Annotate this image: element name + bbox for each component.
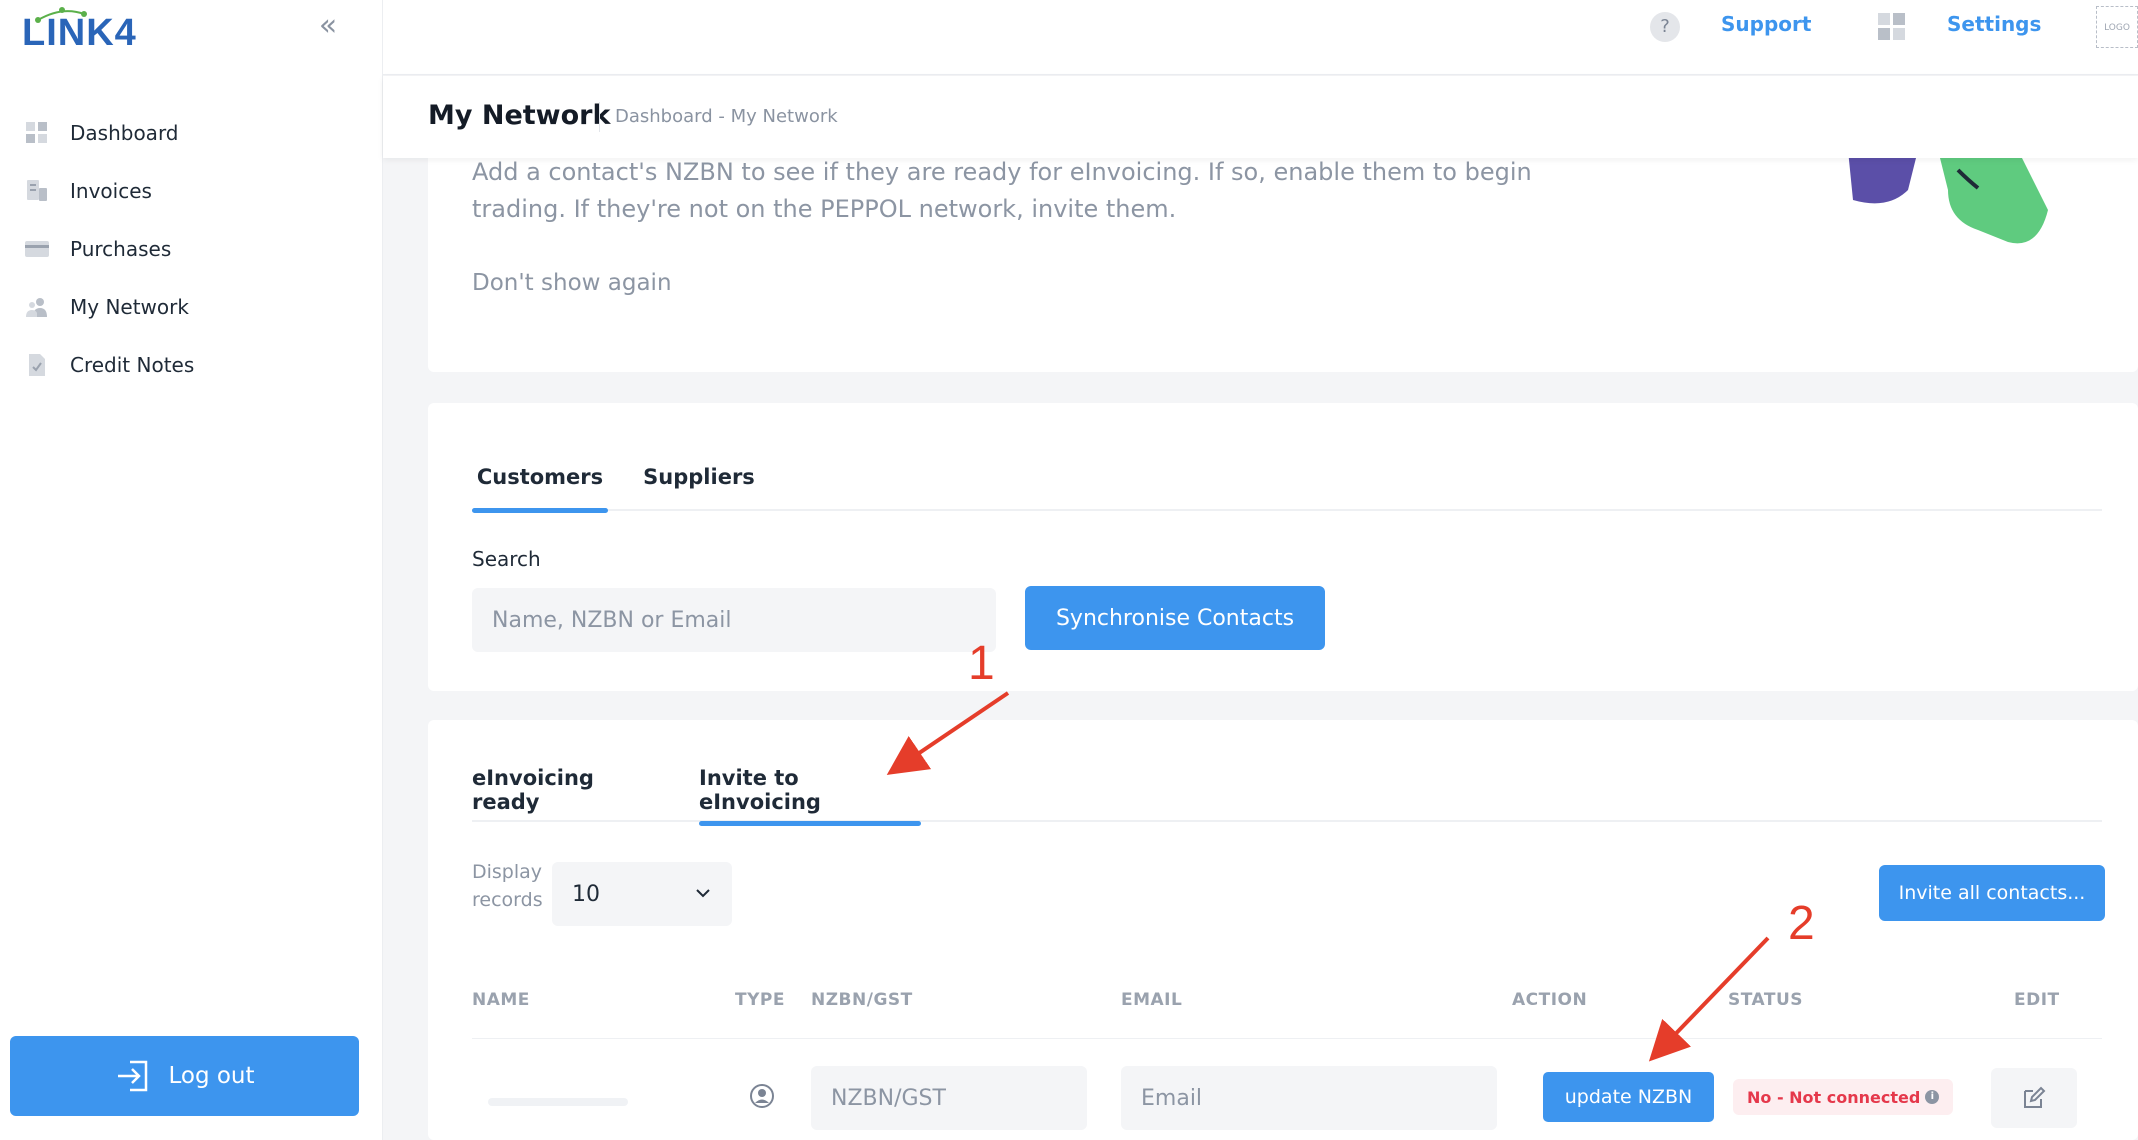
sidebar-item-invoices[interactable]: Invoices <box>0 162 383 220</box>
people-icon <box>24 294 50 320</box>
invite-status-tabs: eInvoicing ready Invite to eInvoicing <box>472 756 2102 826</box>
page-header: My Network Dashboard - My Network <box>383 76 2138 158</box>
synchronise-contacts-button[interactable]: Synchronise Contacts <box>1025 586 1325 650</box>
invoices-icon <box>24 178 50 204</box>
sidebar-item-dashboard[interactable]: Dashboard <box>0 104 383 162</box>
brand-name: LINK4 <box>22 12 137 54</box>
sidebar: LINK4 « Dashboard Invoices Purchases My … <box>0 0 383 1140</box>
column-header-nzbn: NZBN/GST <box>811 990 913 1010</box>
info-text: Add a contact's NZBN to see if they are … <box>472 158 1532 223</box>
search-label: Search <box>472 547 541 571</box>
invite-all-contacts-button[interactable]: Invite all contacts... <box>1879 865 2105 921</box>
document-check-icon <box>24 352 50 378</box>
dont-show-again-link[interactable]: Don't show again <box>472 270 672 296</box>
status-text: No - Not connected <box>1747 1087 1921 1107</box>
info-card: Add a contact's NZBN to see if they are … <box>428 150 2138 372</box>
logout-label: Log out <box>168 1063 255 1089</box>
top-bar: ? Support Settings LOGO <box>383 0 2138 75</box>
double-chevron-left-icon: « <box>318 8 338 43</box>
records-label-line: records <box>472 889 543 911</box>
tab-einvoicing-ready[interactable]: eInvoicing ready <box>472 756 668 824</box>
breadcrumb: Dashboard - My Network <box>615 106 838 127</box>
search-input[interactable] <box>472 588 996 652</box>
help-icon[interactable]: ? <box>1650 12 1680 42</box>
info-icon[interactable]: i <box>1925 1090 1940 1104</box>
hands-illustration <box>1848 150 2048 244</box>
column-header-action: ACTION <box>1512 990 1588 1010</box>
display-label-line: Display <box>472 861 543 883</box>
tab-invite-to-einvoicing[interactable]: Invite to eInvoicing <box>699 756 921 826</box>
settings-link[interactable]: Settings <box>1947 12 2041 36</box>
annotation-number-1: 1 <box>968 637 995 690</box>
edit-contact-button[interactable] <box>1991 1068 2077 1128</box>
records-per-page-select[interactable]: 10 <box>552 862 732 926</box>
contacts-search-card: Customers Suppliers Search Synchronise C… <box>428 403 2138 691</box>
company-logo-placeholder: LOGO <box>2096 6 2138 48</box>
logout-icon <box>118 1060 148 1092</box>
card-icon <box>24 236 50 262</box>
column-header-type: TYPE <box>735 990 785 1010</box>
sidebar-item-my-network[interactable]: My Network <box>0 278 383 336</box>
person-icon <box>750 1084 774 1108</box>
update-nzbn-button[interactable]: update NZBN <box>1543 1072 1714 1122</box>
sidebar-item-label: Invoices <box>70 179 152 203</box>
edit-icon <box>2024 1086 2046 1108</box>
brand-logo[interactable]: LINK4 <box>22 4 142 54</box>
sidebar-item-label: My Network <box>70 295 189 319</box>
sidebar-item-purchases[interactable]: Purchases <box>0 220 383 278</box>
column-header-edit: EDIT <box>2014 990 2060 1010</box>
contact-type-tabs: Customers Suppliers <box>472 443 2102 513</box>
contacts-table-card: eInvoicing ready Invite to eInvoicing Di… <box>428 720 2138 1140</box>
annotation-number-2: 2 <box>1788 897 1815 950</box>
records-value: 10 <box>572 881 600 907</box>
sidebar-item-label: Credit Notes <box>70 353 195 377</box>
sidebar-item-credit-notes[interactable]: Credit Notes <box>0 336 383 394</box>
collapse-sidebar-button[interactable]: « <box>312 10 344 42</box>
dashboard-icon <box>24 120 50 146</box>
nzbn-input[interactable] <box>811 1066 1087 1130</box>
table-header-divider <box>472 1038 2102 1039</box>
chevron-down-icon <box>696 889 710 898</box>
tab-customers[interactable]: Customers <box>472 443 608 513</box>
column-header-email: EMAIL <box>1121 990 1183 1010</box>
contact-name-redacted <box>488 1098 628 1106</box>
column-header-name: NAME <box>472 990 530 1010</box>
tab-suppliers[interactable]: Suppliers <box>634 443 764 511</box>
column-header-status: STATUS <box>1728 990 1804 1010</box>
display-records-label: Display records <box>472 858 543 914</box>
sidebar-nav: Dashboard Invoices Purchases My Network … <box>0 104 383 394</box>
sidebar-item-label: Purchases <box>70 237 172 261</box>
sidebar-item-label: Dashboard <box>70 121 179 145</box>
status-badge: No - Not connected i <box>1733 1079 1954 1115</box>
support-link[interactable]: Support <box>1721 12 1811 36</box>
settings-grid-icon[interactable] <box>1877 12 1907 42</box>
page-title: My Network <box>428 100 611 131</box>
logout-button[interactable]: Log out <box>10 1036 359 1116</box>
breadcrumb-divider <box>599 102 600 132</box>
email-input[interactable] <box>1121 1066 1497 1130</box>
